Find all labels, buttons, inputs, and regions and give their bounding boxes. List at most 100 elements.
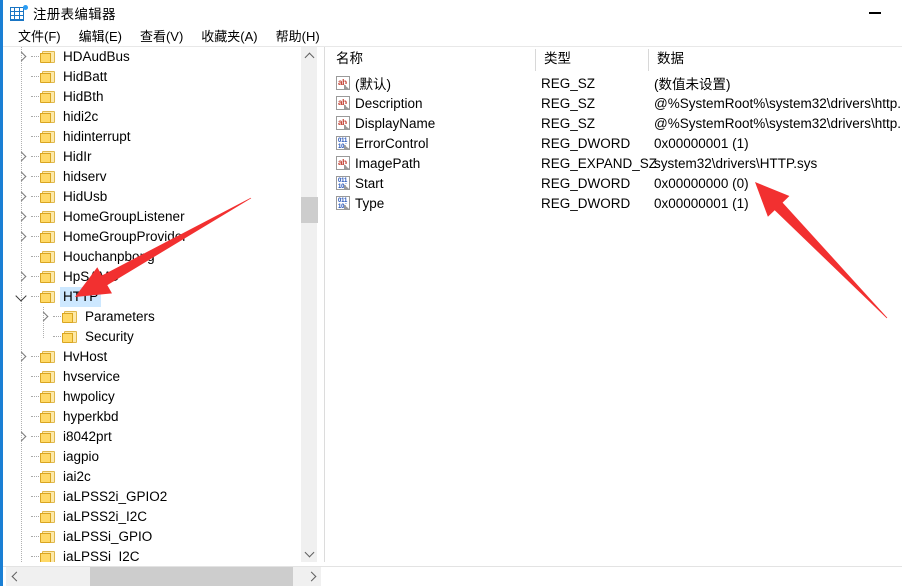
tree-item-hdaudbus[interactable]: HDAudBus — [6, 47, 300, 67]
tree-item-hidinterrupt[interactable]: hidinterrupt — [6, 127, 300, 147]
tree-item-ialpss2i-i2c[interactable]: iaLPSS2i_I2C — [6, 507, 300, 527]
dword-value-icon: 011 100 — [336, 196, 350, 210]
folder-icon — [40, 410, 55, 424]
chevron-up-icon — [304, 52, 315, 62]
chevron-down-icon — [304, 547, 315, 557]
tree-connector — [30, 547, 40, 562]
tree-item-hidbth[interactable]: HidBth — [6, 87, 300, 107]
folder-icon — [40, 150, 55, 164]
value-row[interactable]: ab Description REG_SZ @%SystemRoot%\system3… — [328, 93, 902, 113]
value-row[interactable]: ab DisplayName REG_SZ @%SystemRoot%\system3… — [328, 113, 902, 133]
tree-guideline — [43, 307, 44, 338]
tree-vertical-scrollbar[interactable] — [300, 47, 318, 562]
tree-item-ialpssi-i2c[interactable]: iaLPSSi_I2C — [6, 547, 300, 562]
tree-item-hpsamd[interactable]: HpSAMD — [6, 267, 300, 287]
status-bar — [321, 567, 902, 586]
chevron-down-icon[interactable] — [14, 287, 30, 307]
tree-item-label: iai2c — [63, 469, 91, 484]
registry-tree-pane[interactable]: HDAudBus HidBatt HidBth hidi2c hidinterrupt H… — [6, 47, 300, 562]
chevron-right-icon[interactable] — [36, 307, 52, 327]
chevron-right-icon[interactable] — [14, 187, 30, 207]
folder-icon — [40, 430, 55, 444]
tree-item-hidbatt[interactable]: HidBatt — [6, 67, 300, 87]
tree-item-iagpio[interactable]: iagpio — [6, 447, 300, 467]
value-row[interactable]: 011 100 Start REG_DWORD 0x00000000 (0) — [328, 173, 902, 193]
tree-connector — [30, 447, 40, 467]
chevron-right-icon[interactable] — [14, 267, 30, 287]
scroll-left-button[interactable] — [6, 567, 23, 586]
value-data: @%SystemRoot%\system32\drivers\http. — [654, 95, 902, 111]
column-header-type[interactable]: 类型 — [536, 47, 649, 71]
tree-item-hvhost[interactable]: HvHost — [6, 347, 300, 367]
tree-item-security[interactable]: Security — [6, 327, 300, 347]
menu-item-edit[interactable]: 编辑(E) — [70, 24, 131, 47]
value-type: REG_EXPAND_SZ — [541, 155, 658, 171]
tree-item-parameters[interactable]: Parameters — [6, 307, 300, 327]
value-name: ImagePath — [355, 155, 421, 171]
registry-grid-icon — [10, 4, 28, 21]
tree-connector — [30, 87, 40, 107]
tree-connector — [30, 387, 40, 407]
chevron-right-icon[interactable] — [14, 227, 30, 247]
horizontal-scrollbar-thumb[interactable] — [90, 567, 293, 586]
tree-item-ialpssi-gpio[interactable]: iaLPSSi_GPIO — [6, 527, 300, 547]
tree-item-http[interactable]: HTTP — [6, 287, 300, 307]
string-value-icon: ab — [336, 96, 350, 110]
tree-item-label: iaLPSSi_GPIO — [63, 529, 153, 544]
chevron-right-icon[interactable] — [14, 427, 30, 447]
tree-item-hidi2c[interactable]: hidi2c — [6, 107, 300, 127]
tree-item-hwpolicy[interactable]: hwpolicy — [6, 387, 300, 407]
menu-item-help[interactable]: 帮助(H) — [267, 24, 329, 47]
column-header-name[interactable]: 名称 — [328, 47, 536, 71]
tree-item-iai2c[interactable]: iai2c — [6, 467, 300, 487]
chevron-right-icon[interactable] — [14, 167, 30, 187]
value-row[interactable]: ab (默认) REG_SZ (数值未设置) — [328, 73, 902, 93]
scroll-down-button[interactable] — [301, 545, 318, 562]
scroll-up-button[interactable] — [301, 47, 318, 64]
tree-connector — [30, 267, 40, 287]
tree-item-houchanpbong[interactable]: Houchanpbong — [6, 247, 300, 267]
value-type: REG_SZ — [541, 75, 596, 91]
menu-item-view[interactable]: 查看(V) — [131, 24, 192, 47]
tree-horizontal-scrollbar[interactable] — [6, 567, 321, 586]
tree-item-hidir[interactable]: HidIr — [6, 147, 300, 167]
minimize-button[interactable] — [860, 0, 890, 25]
tree-item-hvservice[interactable]: hvservice — [6, 367, 300, 387]
tree-item-homegroupprovider[interactable]: HomeGroupProvider — [6, 227, 300, 247]
tree-item-homegrouplistener[interactable]: HomeGroupListener — [6, 207, 300, 227]
tree-item-ialpss2i-gpio2[interactable]: iaLPSS2i_GPIO2 — [6, 487, 300, 507]
scroll-right-button[interactable] — [304, 567, 321, 586]
menu-item-file[interactable]: 文件(F) — [9, 24, 70, 47]
value-row[interactable]: 011 100 ErrorControl REG_DWORD 0x00000001 (1… — [328, 133, 902, 153]
menu-item-favorites[interactable]: 收藏夹(A) — [192, 24, 266, 47]
folder-icon — [40, 290, 55, 304]
folder-icon — [40, 390, 55, 404]
registry-values-list: ab (默认) REG_SZ (数值未设置) ab Description REG_SZ @%… — [328, 73, 902, 562]
tree-item-hidusb[interactable]: HidUsb — [6, 187, 300, 207]
column-header-data[interactable]: 数据 — [649, 47, 899, 71]
string-value-icon: ab — [336, 76, 350, 90]
column-header-name-label: 名称 — [336, 51, 363, 66]
chevron-right-icon[interactable] — [14, 47, 30, 67]
pane-divider[interactable] — [324, 47, 325, 562]
tree-item-label: HTTP — [60, 287, 102, 307]
chevron-right-icon[interactable] — [14, 207, 30, 227]
value-name: Start — [355, 175, 384, 191]
folder-icon — [40, 190, 55, 204]
value-row[interactable]: ab ImagePath REG_EXPAND_SZ system32\drivers… — [328, 153, 902, 173]
chevron-right-icon[interactable] — [14, 147, 30, 167]
tree-item-hidserv[interactable]: hidserv — [6, 167, 300, 187]
chevron-right-icon[interactable] — [14, 347, 30, 367]
column-header-data-label: 数据 — [657, 51, 684, 66]
tree-item-i8042prt[interactable]: i8042prt — [6, 427, 300, 447]
tree-connector — [30, 167, 40, 187]
registry-values-pane[interactable]: 名称 类型 数据 ab (默认) REG_SZ (数值未设置) ab Descriptio… — [328, 47, 902, 562]
tree-item-hyperkbd[interactable]: hyperkbd — [6, 407, 300, 427]
value-name: DisplayName — [355, 115, 436, 131]
value-row[interactable]: 011 100 Type REG_DWORD 0x00000001 (1) — [328, 193, 902, 213]
tree-scrollbar-thumb[interactable] — [301, 197, 318, 223]
